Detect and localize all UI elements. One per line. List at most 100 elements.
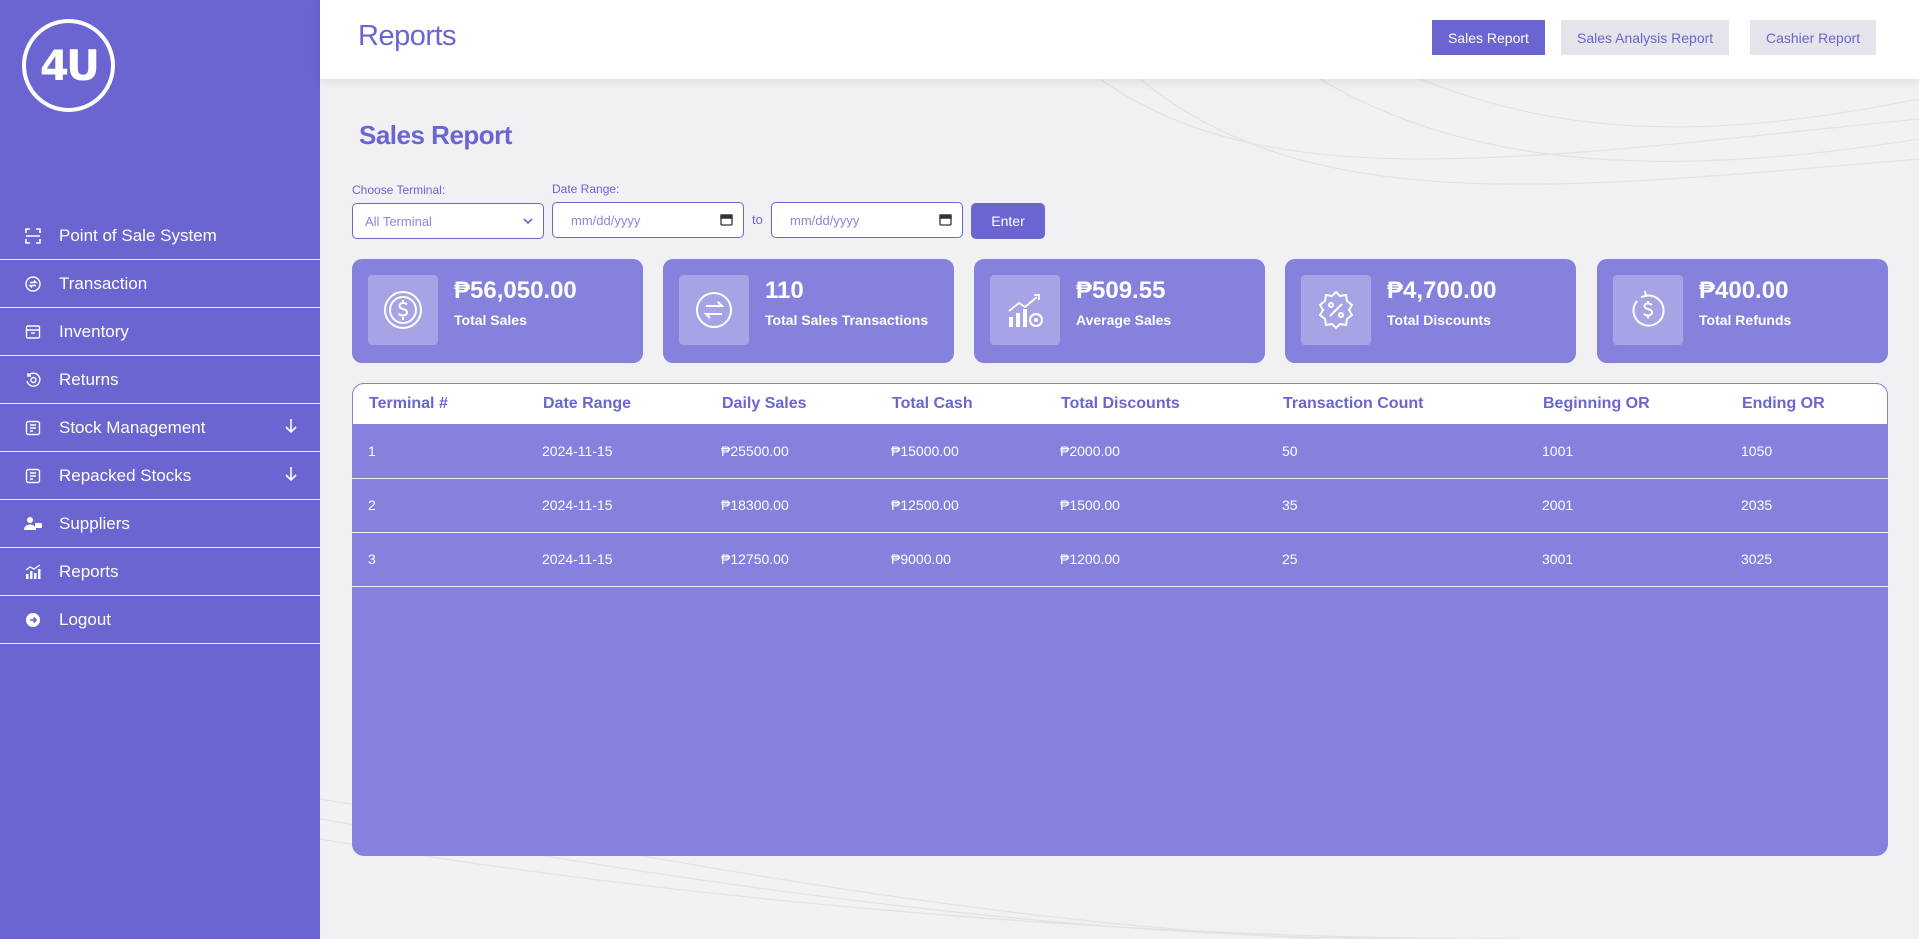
sidebar-item-label: Suppliers xyxy=(59,513,130,533)
calendar-icon[interactable] xyxy=(939,213,952,229)
stat-caption: Average Sales xyxy=(1076,312,1172,328)
page-title: Reports xyxy=(358,20,457,52)
sidebar-item-label: Stock Management xyxy=(59,417,206,437)
column-header: Ending OR xyxy=(1742,395,1825,412)
column-header: Total Discounts xyxy=(1061,395,1180,412)
sidebar-item-stock-management[interactable]: Stock Management xyxy=(0,404,320,452)
discount-badge-icon xyxy=(1301,275,1371,345)
date-range-label: Date Range: xyxy=(552,182,620,196)
arrow-down-icon[interactable] xyxy=(284,418,298,439)
table-header: Terminal # Date Range Daily Sales Total … xyxy=(352,383,1888,425)
stat-caption: Total Refunds xyxy=(1699,312,1792,328)
sales-report-table: Terminal # Date Range Daily Sales Total … xyxy=(352,383,1888,856)
column-header: Terminal # xyxy=(369,395,448,412)
date-from-placeholder: mm/dd/yyyy xyxy=(571,212,641,228)
repack-icon xyxy=(24,467,42,485)
table-cell: 3 xyxy=(368,551,376,567)
sidebar-item-point-of-sale[interactable]: Point of Sale System xyxy=(0,212,320,260)
stat-value: ₱400.00 xyxy=(1699,277,1789,304)
table-cell: 35 xyxy=(1282,497,1298,513)
logo[interactable]: 4U xyxy=(22,19,115,112)
column-header: Daily Sales xyxy=(722,395,807,412)
table-cell: ₱12500.00 xyxy=(891,497,959,513)
table-cell: ₱1500.00 xyxy=(1060,497,1120,513)
suppliers-icon xyxy=(24,515,42,533)
sidebar-item-repacked-stocks[interactable]: Repacked Stocks xyxy=(0,452,320,500)
stat-value: ₱509.55 xyxy=(1076,277,1166,304)
terminal-select[interactable]: All Terminal xyxy=(352,203,544,239)
sidebar-item-transaction[interactable]: Transaction xyxy=(0,260,320,308)
sidebar-item-label: Transaction xyxy=(59,273,148,293)
sidebar-item-label: Repacked Stocks xyxy=(59,465,192,485)
return-icon xyxy=(24,371,42,389)
growth-chart-icon xyxy=(990,275,1060,345)
table-cell: 50 xyxy=(1282,443,1298,459)
table-cell: ₱25500.00 xyxy=(721,443,789,459)
exchange-icon xyxy=(24,275,42,293)
stat-card-total-refunds: ₱400.00 Total Refunds xyxy=(1597,259,1888,363)
logo-text: 4U xyxy=(26,23,111,108)
table-cell: 2001 xyxy=(1542,497,1574,513)
chart-icon xyxy=(24,563,42,581)
stat-caption: Total Sales xyxy=(454,312,527,328)
enter-button[interactable]: Enter xyxy=(971,203,1045,239)
table-cell: 2035 xyxy=(1741,497,1773,513)
stat-card-total-sales: ₱56,050.00 Total Sales xyxy=(352,259,643,363)
table-cell: ₱18300.00 xyxy=(721,497,789,513)
table-cell: ₱9000.00 xyxy=(891,551,951,567)
sidebar-item-reports[interactable]: Reports xyxy=(0,548,320,596)
table-cell: 3025 xyxy=(1741,551,1773,567)
terminal-label: Choose Terminal: xyxy=(352,183,446,197)
cashier-report-button[interactable]: Cashier Report xyxy=(1750,20,1877,55)
sidebar-item-label: Inventory xyxy=(59,321,129,341)
table-cell: 1050 xyxy=(1741,443,1773,459)
table-cell: 2024-11-15 xyxy=(542,497,613,513)
scan-icon xyxy=(24,227,42,245)
table-cell: ₱2000.00 xyxy=(1060,443,1120,459)
sidebar-item-label: Point of Sale System xyxy=(59,225,217,245)
column-header: Transaction Count xyxy=(1283,395,1424,412)
date-from-input[interactable]: mm/dd/yyyy xyxy=(552,202,744,238)
arrow-down-icon[interactable] xyxy=(284,466,298,487)
box-icon xyxy=(24,323,42,341)
table-cell: 2024-11-15 xyxy=(542,551,613,567)
transfer-icon xyxy=(679,275,749,345)
table-cell: 2 xyxy=(368,497,376,513)
stat-value: ₱56,050.00 xyxy=(454,277,577,304)
stat-caption: Total Discounts xyxy=(1387,312,1491,328)
table-row[interactable]: 2 2024-11-15 ₱18300.00 ₱12500.00 ₱1500.0… xyxy=(352,479,1888,533)
column-header: Total Cash xyxy=(892,395,973,412)
terminal-select-value: All Terminal xyxy=(365,213,432,229)
refund-icon xyxy=(1613,275,1683,345)
table-cell: 1 xyxy=(368,443,376,459)
table-row[interactable]: 1 2024-11-15 ₱25500.00 ₱15000.00 ₱2000.0… xyxy=(352,425,1888,479)
sales-report-button[interactable]: Sales Report xyxy=(1432,20,1545,55)
sidebar-item-inventory[interactable]: Inventory xyxy=(0,308,320,356)
table-cell: 25 xyxy=(1282,551,1298,567)
date-to-input[interactable]: mm/dd/yyyy xyxy=(771,202,963,238)
chevron-down-icon xyxy=(523,214,533,231)
table-row[interactable]: 3 2024-11-15 ₱12750.00 ₱9000.00 ₱1200.00… xyxy=(352,533,1888,587)
stat-card-total-transactions: 110 Total Sales Transactions xyxy=(663,259,954,363)
sidebar-item-suppliers[interactable]: Suppliers xyxy=(0,500,320,548)
sidebar-item-label: Logout xyxy=(59,609,111,629)
calendar-icon[interactable] xyxy=(720,213,733,229)
table-cell: ₱15000.00 xyxy=(891,443,959,459)
sidebar-nav: Point of Sale System Transaction Invento… xyxy=(0,212,320,644)
column-header: Date Range xyxy=(543,395,632,412)
sidebar-item-logout[interactable]: Logout xyxy=(0,596,320,644)
stat-value: 110 xyxy=(765,277,804,304)
section-title: Sales Report xyxy=(359,120,512,150)
stat-caption: Total Sales Transactions xyxy=(765,312,929,328)
stat-card-total-discounts: ₱4,700.00 Total Discounts xyxy=(1285,259,1576,363)
sales-analysis-report-button[interactable]: Sales Analysis Report xyxy=(1561,20,1730,55)
table-cell: 2024-11-15 xyxy=(542,443,613,459)
column-header: Beginning OR xyxy=(1543,395,1650,412)
sidebar: 4U Point of Sale System Transaction Inve… xyxy=(0,0,320,939)
stat-card-average-sales: ₱509.55 Average Sales xyxy=(974,259,1265,363)
to-text: to xyxy=(752,212,763,227)
sidebar-item-returns[interactable]: Returns xyxy=(0,356,320,404)
table-cell: ₱1200.00 xyxy=(1060,551,1120,567)
table-cell: 3001 xyxy=(1542,551,1574,567)
dollar-coin-icon xyxy=(368,275,438,345)
